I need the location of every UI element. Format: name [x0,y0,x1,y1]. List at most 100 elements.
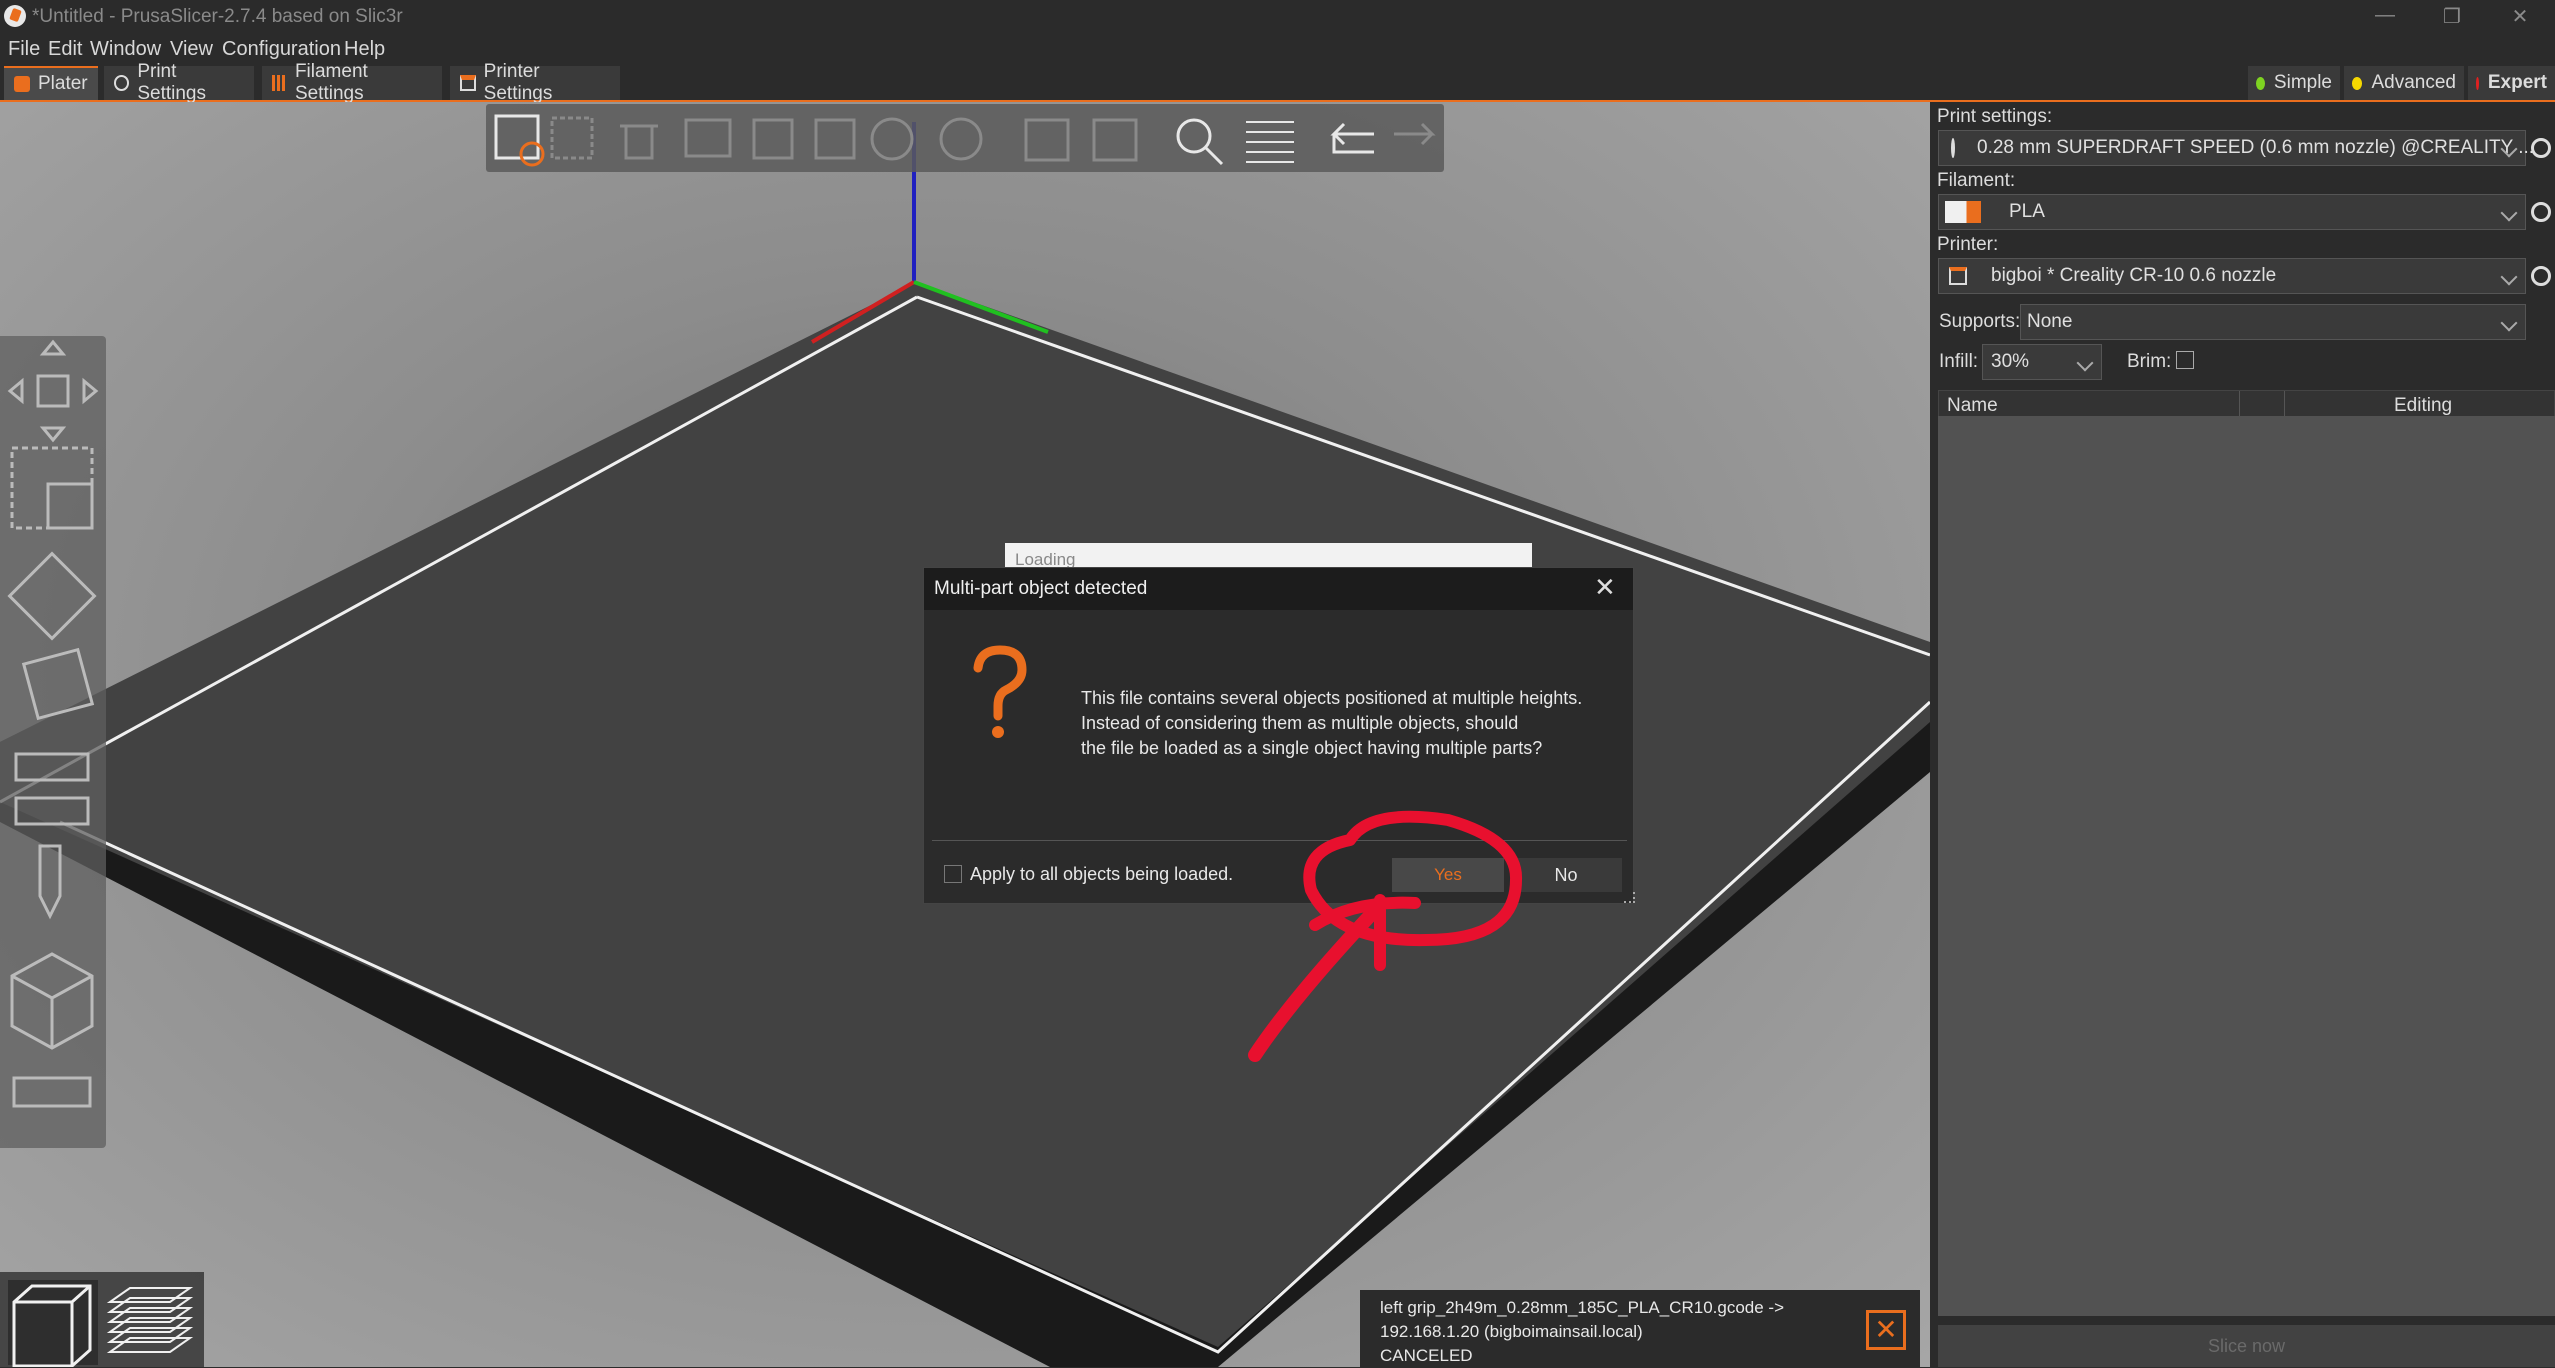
apply-all-label: Apply to all objects being loaded. [970,864,1234,884]
menu-help[interactable]: Help [344,38,385,61]
tab-plater-label: Plater [38,73,88,94]
close-icon[interactable]: ✕ [2500,4,2540,30]
cut-icon [14,752,90,782]
name-column-header[interactable]: Name [1947,395,1998,417]
mode-simple-label: Simple [2273,72,2332,93]
dialog-message-line: the file be loaded as a single object ha… [1081,738,1543,758]
print-settings-gear-icon[interactable] [2531,138,2551,158]
place-on-face-icon [21,647,95,721]
print-settings-combo[interactable]: 0.28 mm SUPERDRAFT SPEED (0.6 mm nozzle)… [1938,130,2534,166]
print-settings-value: 0.28 mm SUPERDRAFT SPEED (0.6 mm nozzle)… [1977,137,2535,158]
redo-icon [1394,122,1436,146]
printer-value: bigboi * Creality CR-10 0.6 nozzle [1991,265,2277,286]
printer-icon [460,75,476,91]
search-icon [1176,118,1212,154]
chevron-down-icon [2500,204,2518,222]
arrange-icon [684,118,732,158]
print-settings-label: Print settings: [1937,106,2053,127]
filament-label: Filament: [1937,170,2016,191]
rotate-icon [7,551,97,641]
supports-combo[interactable]: None [2020,304,2526,340]
mode-expert-button[interactable]: Expert [2468,66,2555,100]
infill-label: Infill: [1939,351,1979,372]
layers-icon [1246,121,1294,163]
notification-host: 192.168.1.20 (bigboimainsail.local) [1380,1322,1643,1341]
remove-instance-icon [939,117,983,161]
mode-simple-button[interactable]: Simple [2248,66,2340,100]
move-icon [36,374,70,408]
slice-now-button[interactable]: Slice now [1938,1325,2555,1367]
chevron-down-icon [2076,354,2094,372]
filament-combo[interactable]: PLA [1938,194,2526,230]
copy-icon [752,118,794,160]
infill-value: 30% [1991,351,2030,372]
cog-icon [114,75,130,91]
question-icon [973,645,1027,738]
add-object-icon [494,114,540,160]
tab-plater[interactable]: Plater [4,66,98,100]
measure-icon [12,1076,92,1108]
filament-gear-icon[interactable] [2531,202,2551,222]
seam-painting-icon [10,952,94,1050]
supports-value: None [2027,311,2073,332]
menu-edit[interactable]: Edit [48,38,82,61]
menu-view[interactable]: View [170,38,213,61]
yellow-dot-icon [2352,76,2363,90]
mode-advanced-button[interactable]: Advanced [2344,66,2464,100]
scale-icon [10,446,94,530]
undo-icon [1330,122,1374,154]
notification-popup: left grip_2h49m_0.28mm_185C_PLA_CR10.gco… [1360,1290,1920,1367]
add-instance-icon [870,117,914,161]
restore-icon[interactable]: ❐ [2432,4,2472,30]
notification-status: CANCELED [1380,1346,1473,1365]
object-list[interactable] [1938,416,2555,1316]
delete-object-icon [550,116,594,160]
dialog-message: This file contains several objects posit… [1081,686,1582,761]
preview-layers-icon [106,1287,194,1353]
apply-all-checkbox[interactable] [944,865,962,883]
window-title: *Untitled - PrusaSlicer-2.7.4 based on S… [32,6,403,27]
green-dot-icon [2256,76,2265,90]
tab-filament-settings[interactable]: Filament Settings [262,61,442,104]
mode-expert-label: Expert [2487,72,2547,93]
split-objects-icon [1024,118,1070,162]
notification-close-icon[interactable]: ✕ [1866,1310,1906,1350]
split-parts-icon [1092,118,1138,162]
tab-print-settings-label: Print Settings [137,61,206,104]
editing-column-header[interactable]: Editing [2394,395,2452,417]
prusaslicer-logo-icon [4,5,26,27]
chevron-down-icon [2500,314,2518,332]
dialog-close-icon[interactable]: ✕ [1594,572,1616,603]
menu-window[interactable]: Window [90,38,161,61]
paste-icon [814,118,856,160]
minimize-icon[interactable]: — [2365,4,2405,30]
printer-combo[interactable]: bigboi * Creality CR-10 0.6 nozzle [1938,258,2526,294]
infill-combo[interactable]: 30% [1982,344,2102,380]
tab-filament-settings-label: Filament Settings [294,61,368,104]
plater-icon [14,76,30,92]
resize-grip-icon[interactable] [1624,892,1635,903]
printer-gear-icon[interactable] [2531,266,2551,286]
top-toolbar [486,104,1444,172]
menu-configuration[interactable]: Configuration [222,38,341,61]
printer-icon [1949,267,1967,285]
brim-label: Brim: [2127,351,2172,372]
filament-color-icon [1945,201,1981,223]
print-profile-icon [1951,138,1955,158]
supports-label: Supports: [1939,311,2021,332]
3d-view-icon [8,1280,98,1367]
red-annotation [1248,810,1523,1062]
tab-printer-settings[interactable]: Printer Settings [450,61,620,104]
brim-checkbox[interactable] [2176,351,2194,369]
printer-label: Printer: [1937,234,1999,255]
tab-print-settings[interactable]: Print Settings [104,61,254,104]
left-gizmo-toolbar [0,336,106,1148]
spool-icon [272,75,287,91]
notification-filename: left grip_2h49m_0.28mm_185C_PLA_CR10.gco… [1380,1298,1784,1317]
menu-file[interactable]: File [8,38,40,61]
dialog-message-line: Instead of considering them as multiple … [1081,713,1519,733]
view-toggle [0,1272,204,1367]
red-dot-icon [2476,76,2479,90]
dialog-message-line: This file contains several objects posit… [1081,688,1583,708]
mode-advanced-label: Advanced [2371,72,2456,93]
